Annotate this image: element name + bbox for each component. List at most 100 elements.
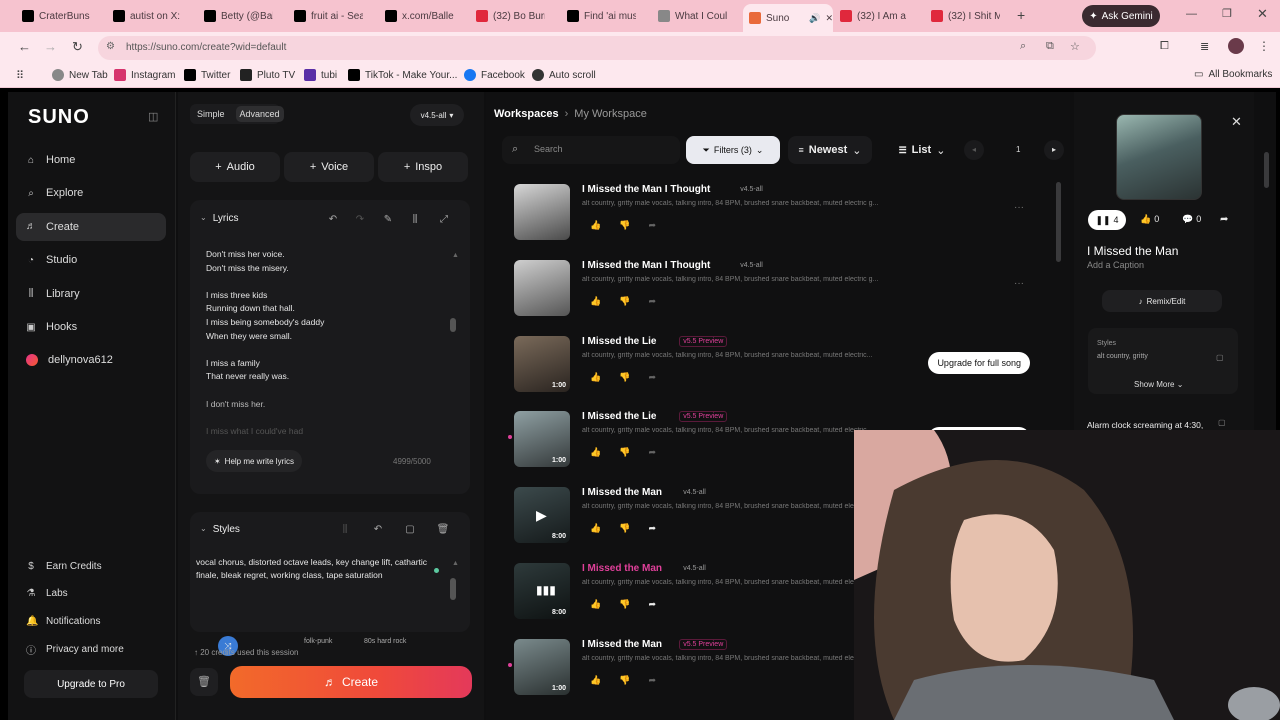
- sidebar-item-home[interactable]: ⌂ Home: [16, 146, 166, 174]
- help-write-lyrics-button[interactable]: ✶ Help me write lyrics: [206, 450, 302, 472]
- copy-lyrics-icon[interactable]: ▢: [1218, 418, 1226, 427]
- install-icon[interactable]: ⧉: [1046, 40, 1054, 53]
- song-row[interactable]: I Missed the Man I Thought v4.5-all alt co…: [510, 256, 1050, 326]
- copy-icon[interactable]: ▢: [1216, 353, 1224, 362]
- lyrics-textarea[interactable]: Don't miss her voice. Don't miss the mise…: [206, 248, 442, 438]
- share-icon[interactable]: ➦: [648, 372, 656, 383]
- upgrade-full-song-button[interactable]: Upgrade for full song: [928, 351, 1030, 374]
- share-icon[interactable]: ➦: [648, 220, 656, 231]
- thumbs-up-icon[interactable]: 👍: [590, 675, 601, 686]
- more-options-icon[interactable]: ···: [1014, 202, 1024, 213]
- bookmark-item[interactable]: Facebook: [464, 69, 525, 81]
- filters-button[interactable]: ⏷ Filters (3) ⌄: [686, 136, 780, 164]
- style-tag[interactable]: folk-punk: [304, 638, 332, 645]
- thumbs-down-icon[interactable]: 👎: [619, 675, 630, 686]
- upgrade-pro-button[interactable]: Upgrade to Pro: [24, 670, 158, 698]
- share-icon[interactable]: ➦: [1220, 214, 1228, 225]
- forward-icon[interactable]: →: [44, 39, 57, 54]
- trash-icon[interactable]: 🗑: [435, 524, 451, 535]
- bookmark-item[interactable]: TikTok - Make Your...: [348, 69, 457, 81]
- thumbs-down-icon[interactable]: 👎: [619, 523, 630, 534]
- browser-tab[interactable]: (32) I Am a M: [834, 4, 920, 28]
- restore-icon[interactable]: ❐: [1222, 7, 1232, 20]
- add-caption[interactable]: Add a Caption: [1087, 260, 1144, 270]
- create-button[interactable]: ♬ Create: [230, 666, 472, 698]
- bookmark-item[interactable]: Twitter: [184, 69, 230, 81]
- prev-page-button[interactable]: ◂: [964, 140, 984, 160]
- style-tag[interactable]: 80s hard rock: [364, 638, 406, 645]
- thumbs-up-icon[interactable]: 👍: [590, 296, 601, 307]
- browser-tab[interactable]: (32) I Shit My: [925, 4, 1011, 28]
- song-title[interactable]: I Missed the Lie: [582, 336, 656, 347]
- bookmark-item[interactable]: Pluto TV: [240, 69, 295, 81]
- close-window-icon[interactable]: ✕: [1257, 6, 1268, 22]
- model-select[interactable]: v4.5-all ▾: [410, 104, 464, 126]
- sidebar-item-privacy[interactable]: ⓘ Privacy and more: [16, 635, 166, 663]
- browser-tab[interactable]: fruit ai - Sear: [288, 4, 374, 28]
- song-thumbnail[interactable]: [514, 184, 570, 240]
- song-thumbnail[interactable]: 8:00 ▶: [514, 487, 570, 544]
- song-title[interactable]: I Missed the Man: [582, 563, 662, 574]
- copy-icon[interactable]: ▢: [402, 524, 418, 535]
- thumbs-down-icon[interactable]: 👎: [619, 372, 630, 383]
- bookmark-item[interactable]: New Tab: [52, 69, 108, 81]
- browser-tab[interactable]: CraterBuns on: [16, 4, 102, 28]
- sidebar-item-dellynova612[interactable]: dellynova612: [16, 346, 166, 374]
- add-inspo-button[interactable]: + Inspo: [378, 152, 468, 182]
- menu-icon[interactable]: ⋮: [1258, 39, 1270, 53]
- share-icon[interactable]: ➦: [648, 523, 656, 534]
- library-icon[interactable]: ⫼: [407, 214, 423, 225]
- song-thumbnail[interactable]: 1:00: [514, 335, 570, 392]
- thumbs-down-icon[interactable]: 👎: [619, 296, 630, 307]
- song-title[interactable]: I Missed the Man I Thought: [582, 184, 710, 195]
- thumbs-down-icon[interactable]: 👎: [619, 220, 630, 231]
- bookmark-star-icon[interactable]: ☆: [1070, 40, 1080, 53]
- new-tab-icon[interactable]: +: [1017, 7, 1025, 23]
- thumbs-up-icon[interactable]: 👍: [590, 523, 601, 534]
- browser-tab[interactable]: (32) Bo Burnh: [470, 4, 556, 28]
- bookmark-item[interactable]: Auto scroll: [532, 69, 596, 81]
- sidebar-item-explore[interactable]: ⌕ Explore: [16, 179, 166, 207]
- browser-tab[interactable]: autist on X: "I: [107, 4, 193, 28]
- back-icon[interactable]: ←: [18, 39, 31, 54]
- undo-icon[interactable]: ↶: [325, 214, 341, 225]
- thumbs-up-icon[interactable]: 👍: [590, 372, 601, 383]
- thumbs-down-icon[interactable]: 👎: [619, 447, 630, 458]
- sidebar-item-earn[interactable]: $ Earn Credits: [16, 552, 166, 580]
- lyrics-scrollbar[interactable]: [450, 318, 456, 332]
- remix-edit-button[interactable]: ♪ Remix/Edit: [1102, 290, 1222, 312]
- play-count-button[interactable]: ❚❚ 4: [1088, 210, 1126, 230]
- sidebar-item-library[interactable]: ⫼ Library: [16, 280, 166, 308]
- search-input[interactable]: ⌕ Search: [502, 136, 680, 164]
- song-thumbnail[interactable]: 1:00: [514, 411, 570, 468]
- styles-scrollbar[interactable]: [450, 578, 456, 600]
- minimize-icon[interactable]: —: [1186, 8, 1197, 20]
- sidebar-item-studio[interactable]: ◔ Studio: [16, 246, 166, 274]
- browser-tab[interactable]: Betty (@Balle: [198, 4, 284, 28]
- thumbs-up-icon[interactable]: 👍: [590, 447, 601, 458]
- all-bookmarks-button[interactable]: ▭ All Bookmarks: [1194, 69, 1272, 80]
- profile-avatar[interactable]: [1228, 38, 1244, 54]
- lyrics-header[interactable]: ⌄ Lyrics: [200, 213, 238, 224]
- like-button[interactable]: 👍 0: [1140, 214, 1159, 225]
- sidebar-item-create[interactable]: ♬ Create: [16, 212, 166, 241]
- close-detail-icon[interactable]: ✕: [1231, 114, 1242, 130]
- share-icon[interactable]: ➦: [648, 447, 656, 458]
- site-info-icon[interactable]: ⚙: [106, 41, 115, 52]
- mode-simple-tab[interactable]: Simple: [194, 107, 228, 121]
- suno-logo[interactable]: SUNO: [28, 106, 90, 129]
- song-row[interactable]: I Missed the Man I Thought v4.5-all alt co…: [510, 180, 1050, 250]
- apps-icon[interactable]: ⠿: [16, 69, 24, 82]
- more-options-icon[interactable]: ···: [1014, 278, 1024, 289]
- styles-textarea[interactable]: vocal chorus, distorted octave leads, ke…: [196, 556, 446, 582]
- close-tab-icon[interactable]: ✕: [825, 13, 833, 24]
- sidebar-item-notifications[interactable]: 🔔 Notifications: [16, 607, 166, 635]
- view-select[interactable]: ☰ List ⌄: [890, 136, 954, 164]
- styles-header[interactable]: ⌄ Styles: [200, 524, 240, 535]
- browser-tab[interactable]: Find 'ai music: [561, 4, 647, 28]
- share-icon[interactable]: ➦: [648, 599, 656, 610]
- ask-gemini-button[interactable]: ✦ Ask Gemini: [1082, 5, 1160, 27]
- share-icon[interactable]: ➦: [648, 296, 656, 307]
- song-title[interactable]: I Missed the Lie: [582, 411, 656, 422]
- reload-icon[interactable]: ↻: [72, 39, 83, 55]
